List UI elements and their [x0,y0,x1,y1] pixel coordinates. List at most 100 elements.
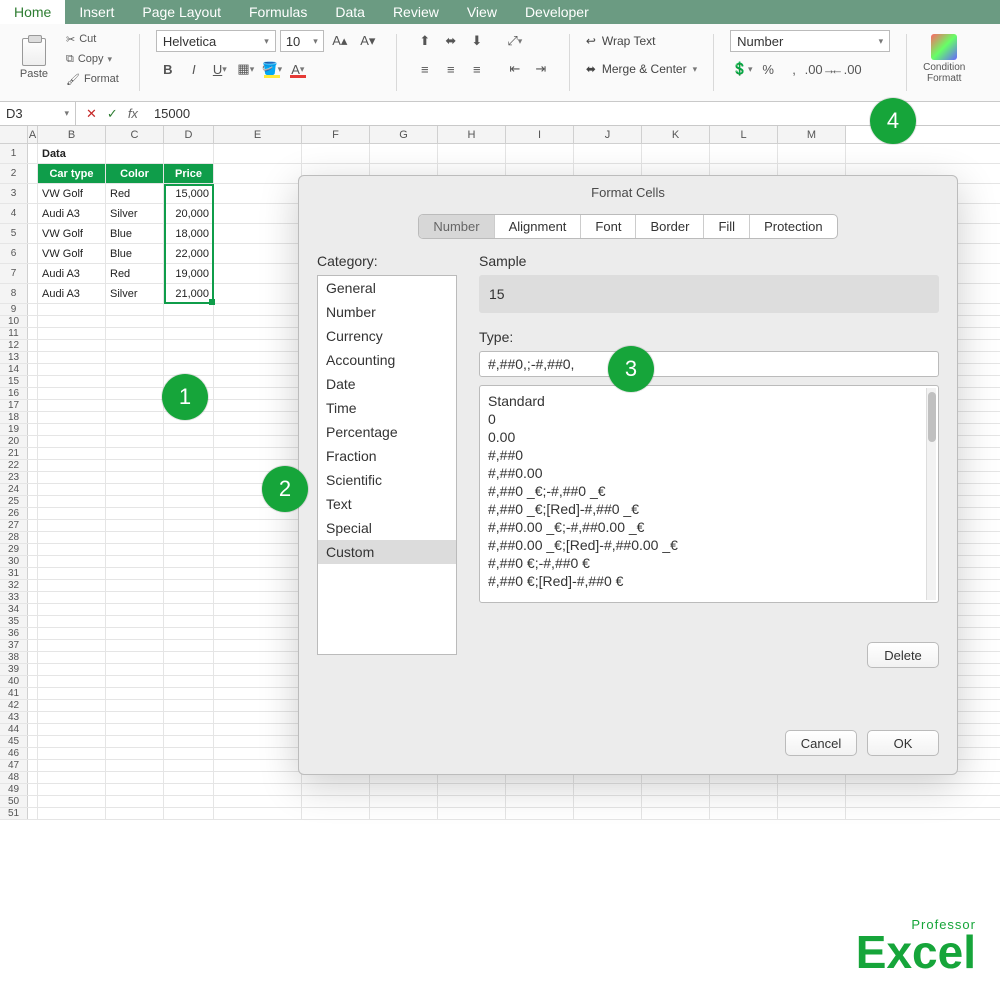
data-cell[interactable]: 15,000 [164,184,214,203]
data-cell[interactable]: 22,000 [164,244,214,263]
data-cell[interactable]: Silver [106,204,164,223]
type-option[interactable]: 0.00 [488,428,930,446]
data-cell[interactable]: 20,000 [164,204,214,223]
row-header[interactable]: 1 [0,144,28,163]
type-option[interactable]: #,##0 _€;-#,##0 _€ [488,482,930,500]
row-header[interactable]: 50 [0,796,28,807]
row-header[interactable]: 15 [0,376,28,387]
percent-button[interactable]: % [756,58,780,80]
ribbon-tab-insert[interactable]: Insert [65,0,128,24]
category-item[interactable]: Text [318,492,456,516]
row-header[interactable]: 20 [0,436,28,447]
font-size-select[interactable]: 10▾ [280,30,324,52]
row-header[interactable]: 34 [0,604,28,615]
row-header[interactable]: 47 [0,760,28,771]
align-top-button[interactable]: ⬆ [413,30,437,52]
scrollbar-thumb[interactable] [928,392,936,442]
row-header[interactable]: 40 [0,676,28,687]
row-header[interactable]: 11 [0,328,28,339]
data-cell[interactable]: Audi A3 [38,204,106,223]
row-header[interactable]: 4 [0,204,28,223]
row-header[interactable]: 48 [0,772,28,783]
fill-color-button[interactable]: 🪣▾ [260,58,284,80]
wrap-text-button[interactable]: ↩Wrap Text [586,30,697,52]
comma-button[interactable]: , [782,58,806,80]
border-button[interactable]: ▦▾ [234,58,258,80]
row-header[interactable]: 17 [0,400,28,411]
ribbon-tab-developer[interactable]: Developer [511,0,603,24]
row-header[interactable]: 49 [0,784,28,795]
row-header[interactable]: 9 [0,304,28,315]
column-header[interactable]: D [164,126,214,143]
delete-button[interactable]: Delete [867,642,939,668]
row-header[interactable]: 27 [0,520,28,531]
category-list[interactable]: GeneralNumberCurrencyAccountingDateTimeP… [317,275,457,655]
column-header[interactable]: G [370,126,438,143]
row-header[interactable]: 5 [0,224,28,243]
row-header[interactable]: 33 [0,592,28,603]
orientation-button[interactable]: ⤢▾ [503,30,527,52]
type-option[interactable]: #,##0.00 _€;[Red]-#,##0.00 _€ [488,536,930,554]
ribbon-tab-review[interactable]: Review [379,0,453,24]
header-cartype[interactable]: Car type [38,164,106,183]
row-header[interactable]: 31 [0,568,28,579]
row-header[interactable]: 36 [0,628,28,639]
cancel-formula-icon[interactable]: ✕ [86,106,97,122]
dialog-tab-font[interactable]: Font [581,215,636,238]
dialog-tab-alignment[interactable]: Alignment [495,215,582,238]
column-header[interactable]: C [106,126,164,143]
category-item[interactable]: Time [318,396,456,420]
row-header[interactable]: 42 [0,700,28,711]
copy-button[interactable]: ⧉Copy▾ [62,50,123,68]
header-color[interactable]: Color [106,164,164,183]
data-cell[interactable]: 19,000 [164,264,214,283]
data-cell[interactable]: VW Golf [38,244,106,263]
row-header[interactable]: 26 [0,508,28,519]
conditional-formatting-button[interactable]: Condition Formatt [923,30,965,84]
number-format-select[interactable]: Number▾ [730,30,890,52]
paste-button[interactable]: Paste [10,30,58,88]
data-cell[interactable]: Blue [106,224,164,243]
category-item[interactable]: Number [318,300,456,324]
row-header[interactable]: 25 [0,496,28,507]
column-header[interactable]: I [506,126,574,143]
type-option[interactable]: #,##0 €;[Red]-#,##0 € [488,572,930,590]
row-header[interactable]: 16 [0,388,28,399]
align-middle-button[interactable]: ⬌ [439,30,463,52]
decrease-font-button[interactable]: A▾ [356,30,380,52]
category-item[interactable]: Special [318,516,456,540]
row-header[interactable]: 12 [0,340,28,351]
column-header[interactable]: F [302,126,370,143]
row-header[interactable]: 51 [0,808,28,819]
row-header[interactable]: 29 [0,544,28,555]
increase-decimal-button[interactable]: .00→ [808,58,832,80]
cut-button[interactable]: ✂Cut [62,30,123,48]
row-header[interactable]: 22 [0,460,28,471]
row-header[interactable]: 44 [0,724,28,735]
type-option[interactable]: #,##0 €;-#,##0 € [488,554,930,572]
format-painter-button[interactable]: 🖌Format [62,70,123,88]
currency-button[interactable]: 💲▾ [730,58,754,80]
row-header[interactable]: 8 [0,284,28,303]
merge-center-button[interactable]: ⬌Merge & Center▾ [586,58,697,80]
row-header[interactable]: 21 [0,448,28,459]
data-title-cell[interactable]: Data [38,144,106,163]
type-list[interactable]: Standard00.00#,##0#,##0.00#,##0 _€;-#,##… [479,385,939,603]
dialog-tab-fill[interactable]: Fill [704,215,750,238]
cancel-button[interactable]: Cancel [785,730,857,756]
category-item[interactable]: General [318,276,456,300]
type-option[interactable]: #,##0.00 [488,464,930,482]
category-item[interactable]: Scientific [318,468,456,492]
accept-formula-icon[interactable]: ✓ [107,106,118,122]
row-header[interactable]: 14 [0,364,28,375]
ribbon-tab-formulas[interactable]: Formulas [235,0,321,24]
align-left-button[interactable]: ≡ [413,58,437,80]
type-option[interactable]: 0 [488,410,930,428]
decrease-decimal-button[interactable]: ←.00 [834,58,858,80]
data-cell[interactable]: Audi A3 [38,284,106,303]
data-cell[interactable]: Silver [106,284,164,303]
italic-button[interactable]: I [182,58,206,80]
row-header[interactable]: 18 [0,412,28,423]
row-header[interactable]: 24 [0,484,28,495]
ok-button[interactable]: OK [867,730,939,756]
